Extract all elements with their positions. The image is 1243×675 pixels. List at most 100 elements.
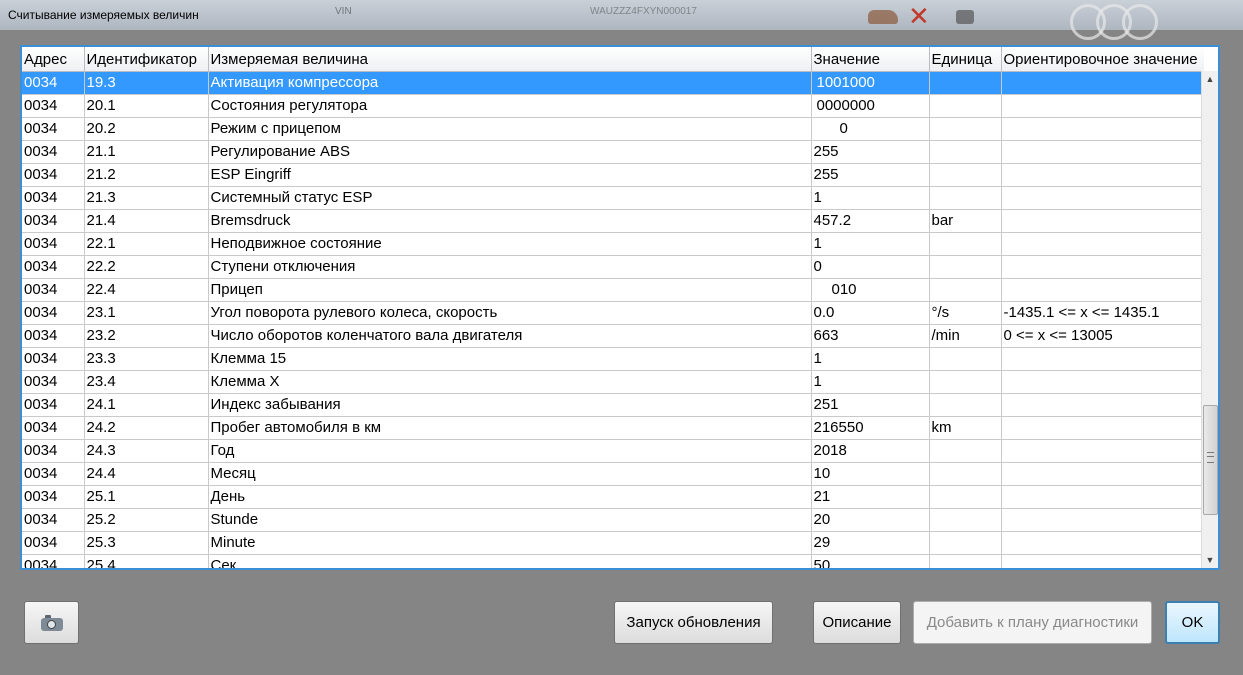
table-row[interactable]: 0034 21.3 Системный статус ESP 1	[22, 186, 1204, 210]
cell-value: 216550	[811, 416, 930, 440]
column-header-identifier[interactable]: Идентификатор	[84, 47, 209, 72]
cell-identifier: 19.3	[84, 71, 209, 95]
cell-value: 1	[811, 232, 930, 256]
background-toolbar-icons: ✕	[860, 2, 1243, 40]
start-update-button[interactable]: Запуск обновления	[614, 601, 773, 644]
table-row[interactable]: 0034 21.2 ESP Eingriff 255	[22, 163, 1204, 187]
table-row[interactable]: 0034 22.2 Ступени отключения 0	[22, 255, 1204, 279]
table-row[interactable]: 0034 22.1 Неподвижное состояние 1	[22, 232, 1204, 256]
cell-address: 0034	[22, 301, 85, 325]
cell-reference-value	[1001, 508, 1204, 532]
table-row[interactable]: 0034 24.4 Месяц 10	[22, 462, 1204, 486]
cell-identifier: 25.1	[84, 485, 209, 509]
vertical-scrollbar[interactable]: ▲ ▼	[1201, 71, 1218, 568]
cell-value: 457.2	[811, 209, 930, 233]
table-row[interactable]: 0034 25.4 Сек 50	[22, 554, 1204, 568]
cell-value: 20	[811, 508, 930, 532]
cell-address: 0034	[22, 324, 85, 348]
cell-address: 0034	[22, 462, 85, 486]
cell-identifier: 20.2	[84, 117, 209, 141]
cell-value: 1001000	[811, 71, 930, 95]
table-row[interactable]: 0034 22.4 Прицеп 010	[22, 278, 1204, 302]
cell-identifier: 23.3	[84, 347, 209, 371]
cell-unit	[929, 71, 1002, 95]
scroll-down-arrow-icon[interactable]: ▼	[1202, 552, 1218, 568]
table-row[interactable]: 0034 19.3 Активация компрессора 1001000	[22, 71, 1204, 95]
cell-value: 10	[811, 462, 930, 486]
cell-measured-value-name: ESP Eingriff	[208, 163, 812, 187]
cell-address: 0034	[22, 393, 85, 417]
cell-address: 0034	[22, 186, 85, 210]
cell-address: 0034	[22, 209, 85, 233]
scrollbar-thumb[interactable]	[1203, 405, 1218, 515]
cell-value: 0000000	[811, 94, 930, 118]
table-row[interactable]: 0034 25.2 Stunde 20	[22, 508, 1204, 532]
cell-reference-value	[1001, 209, 1204, 233]
table-row[interactable]: 0034 24.2 Пробег автомобиля в км 216550 km	[22, 416, 1204, 440]
car-icon	[868, 10, 898, 24]
cell-unit: /min	[929, 324, 1002, 348]
cell-unit	[929, 186, 1002, 210]
scroll-up-arrow-icon[interactable]: ▲	[1202, 71, 1218, 87]
cell-measured-value-name: Minute	[208, 531, 812, 555]
table-row[interactable]: 0034 25.3 Minute 29	[22, 531, 1204, 555]
column-header-address[interactable]: Адрес	[22, 47, 85, 72]
measured-values-table-panel: Адрес Идентификатор Измеряемая величина …	[20, 45, 1220, 570]
column-header-value[interactable]: Значение	[811, 47, 930, 72]
cell-address: 0034	[22, 163, 85, 187]
cell-measured-value-name: Bremsdruck	[208, 209, 812, 233]
cell-measured-value-name: Состояния регулятора	[208, 94, 812, 118]
screenshot-button[interactable]	[24, 601, 79, 644]
cell-reference-value	[1001, 186, 1204, 210]
cell-reference-value	[1001, 117, 1204, 141]
cell-measured-value-name: Угол поворота рулевого колеса, скорость	[208, 301, 812, 325]
cell-measured-value-name: Регулирование ABS	[208, 140, 812, 164]
add-to-diagnostic-plan-button[interactable]: Добавить к плану диагностики	[913, 601, 1152, 644]
measured-values-grid: Адрес Идентификатор Измеряемая величина …	[22, 47, 1204, 568]
table-row[interactable]: 0034 24.1 Индекс забывания 251	[22, 393, 1204, 417]
cell-unit	[929, 462, 1002, 486]
column-header-reference-value[interactable]: Ориентировочное значение	[1001, 47, 1204, 72]
table-row[interactable]: 0034 25.1 День 21	[22, 485, 1204, 509]
cell-measured-value-name: Месяц	[208, 462, 812, 486]
cell-measured-value-name: Активация компрессора	[208, 71, 812, 95]
cell-address: 0034	[22, 347, 85, 371]
measured-values-table: Адрес Идентификатор Измеряемая величина …	[22, 47, 1204, 568]
table-row[interactable]: 0034 21.4 Bremsdruck 457.2 bar	[22, 209, 1204, 233]
ok-button[interactable]: OK	[1165, 601, 1220, 644]
cell-measured-value-name: Неподвижное состояние	[208, 232, 812, 256]
cell-identifier: 22.4	[84, 278, 209, 302]
cell-address: 0034	[22, 255, 85, 279]
brand-rings-logo	[1070, 4, 1158, 45]
cell-value: 0	[811, 117, 930, 141]
table-row[interactable]: 0034 23.1 Угол поворота рулевого колеса, с…	[22, 301, 1204, 325]
table-row[interactable]: 0034 20.2 Режим с прицепом 0	[22, 117, 1204, 141]
camera-icon	[40, 614, 63, 631]
cell-measured-value-name: Режим с прицепом	[208, 117, 812, 141]
cell-unit	[929, 393, 1002, 417]
cell-unit: bar	[929, 209, 1002, 233]
table-row[interactable]: 0034 24.3 Год 2018	[22, 439, 1204, 463]
cell-unit	[929, 278, 1002, 302]
cell-reference-value	[1001, 232, 1204, 256]
column-header-measured-value[interactable]: Измеряемая величина	[208, 47, 812, 72]
description-button[interactable]: Описание	[813, 601, 901, 644]
table-row[interactable]: 0034 23.4 Клемма X1	[22, 370, 1204, 394]
cell-identifier: 21.4	[84, 209, 209, 233]
cell-identifier: 24.3	[84, 439, 209, 463]
cell-address: 0034	[22, 278, 85, 302]
cell-identifier: 25.3	[84, 531, 209, 555]
cell-address: 0034	[22, 117, 85, 141]
table-header-row: Адрес Идентификатор Измеряемая величина …	[22, 47, 1204, 72]
cell-unit	[929, 554, 1002, 568]
cell-identifier: 23.1	[84, 301, 209, 325]
table-row[interactable]: 0034 23.3 Клемма 15 1	[22, 347, 1204, 371]
table-row[interactable]: 0034 23.2 Число оборотов коленчатого вала …	[22, 324, 1204, 348]
cell-reference-value	[1001, 255, 1204, 279]
cell-identifier: 25.2	[84, 508, 209, 532]
table-row[interactable]: 0034 21.1 Регулирование ABS 255	[22, 140, 1204, 164]
cell-unit	[929, 485, 1002, 509]
cell-address: 0034	[22, 370, 85, 394]
table-row[interactable]: 0034 20.1 Состояния регулятора 0000000	[22, 94, 1204, 118]
column-header-unit[interactable]: Единица	[929, 47, 1002, 72]
